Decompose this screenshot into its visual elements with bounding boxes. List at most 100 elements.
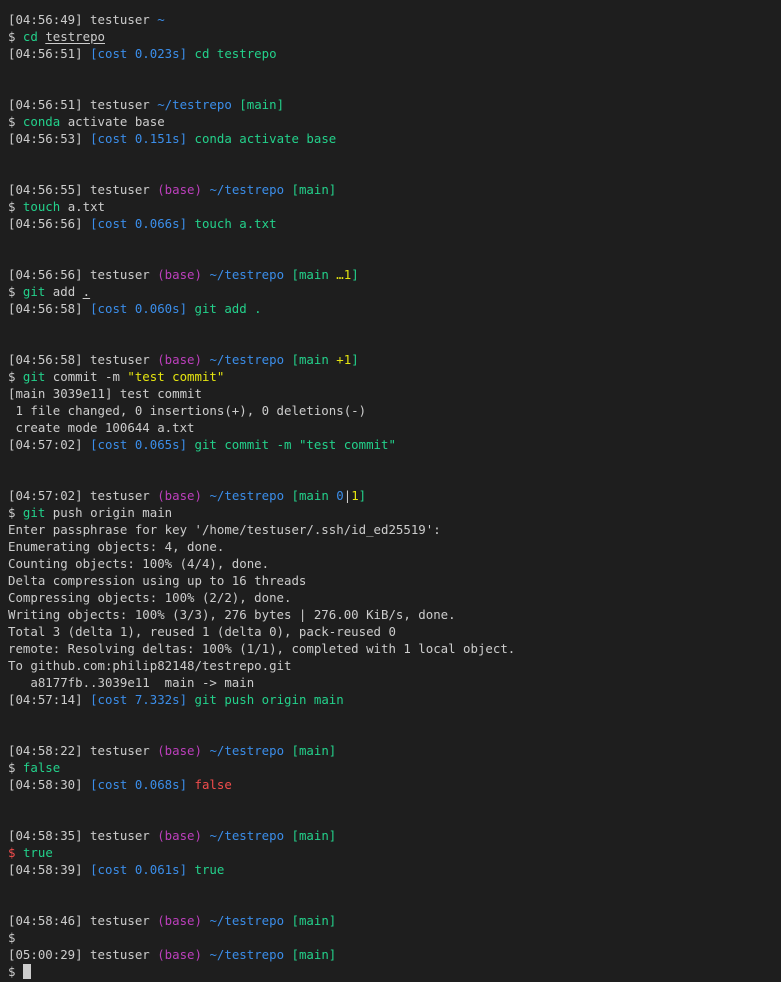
terminal-text-segment: (base) — [157, 488, 202, 503]
terminal-text-segment: [04:56:56] — [8, 216, 91, 231]
terminal-text-segment: [04:58:22] testuser — [8, 743, 158, 758]
terminal-text-segment: remote: Resolving deltas: 100% (1/1), co… — [8, 641, 516, 656]
terminal-line: $ git commit -m "test commit" — [8, 368, 781, 385]
terminal-line: a8177fb..3039e11 main -> main — [8, 674, 781, 691]
terminal-line: [04:56:55] testuser (base) ~/testrepo [m… — [8, 181, 781, 198]
terminal-line: [04:58:39] [cost 0.061s] true — [8, 861, 781, 878]
terminal-text-segment: [04:58:35] testuser — [8, 828, 158, 843]
terminal-text-segment: conda — [22, 114, 61, 129]
terminal-text-segment: ] — [351, 352, 359, 367]
terminal-text-segment: false — [187, 777, 232, 792]
terminal-line: [04:57:02] [cost 0.065s] git commit -m "… — [8, 436, 781, 453]
terminal-text-segment: …1 — [336, 267, 352, 282]
terminal-text-segment: [04:56:51] — [8, 46, 91, 61]
terminal-line: [04:57:02] testuser (base) ~/testrepo [m… — [8, 487, 781, 504]
terminal-text-segment: [cost 0.061s] — [90, 862, 188, 877]
terminal-text-segment: [main — [284, 352, 337, 367]
terminal-text-segment: activate base — [60, 114, 165, 129]
terminal-line: [04:56:49] testuser ~ — [8, 11, 781, 28]
terminal-text-segment: . — [82, 284, 91, 299]
terminal-text-segment: Compressing objects: 100% (2/2), done. — [8, 590, 292, 605]
terminal-text-segment: [cost 0.023s] — [90, 46, 188, 61]
terminal-text-segment: a.txt — [60, 199, 105, 214]
terminal-text-segment: git commit -m "test commit" — [187, 437, 396, 452]
terminal-text-segment: git — [22, 284, 46, 299]
terminal-text-segment: [main] — [231, 97, 285, 112]
terminal-text-segment: testrepo — [45, 29, 105, 44]
terminal-line: [04:56:56] testuser (base) ~/testrepo [m… — [8, 266, 781, 283]
terminal-text-segment: (base) — [157, 947, 202, 962]
terminal-output[interactable]: [04:56:49] testuser ~ $ cd testrepo [04:56… — [8, 11, 781, 980]
terminal-line: [04:58:30] [cost 0.068s] false — [8, 776, 781, 793]
terminal-text-segment: git push origin main — [187, 692, 344, 707]
terminal-line: [04:56:51] [cost 0.023s] cd testrepo — [8, 45, 781, 62]
terminal-line: [04:57:14] [cost 7.332s] git push origin… — [8, 691, 781, 708]
terminal-line: [main 3039e11] test commit — [8, 385, 781, 402]
terminal-text-segment: (base) — [157, 182, 202, 197]
terminal-text-segment: (base) — [157, 828, 202, 843]
terminal-text-segment: [04:57:02] testuser — [8, 488, 158, 503]
terminal-text-segment: [04:58:39] — [8, 862, 91, 877]
terminal-text-segment: [main] — [284, 743, 337, 758]
terminal-text-segment: git — [22, 369, 46, 384]
terminal-line: Total 3 (delta 1), reused 1 (delta 0), p… — [8, 623, 781, 640]
terminal-text-segment: ~/testrepo — [209, 828, 285, 843]
terminal-text-segment: [main 3039e11] test commit — [8, 386, 202, 401]
terminal-line: [04:56:58] testuser (base) ~/testrepo [m… — [8, 351, 781, 368]
terminal-text-segment: [04:57:14] — [8, 692, 91, 707]
terminal-text-segment: [main — [284, 267, 337, 282]
terminal-line: [04:58:46] testuser (base) ~/testrepo [m… — [8, 912, 781, 929]
terminal-text-segment: touch a.txt — [187, 216, 277, 231]
terminal-text-segment: [main] — [284, 828, 337, 843]
terminal-line: [04:56:53] [cost 0.151s] conda activate … — [8, 130, 781, 147]
terminal-text-segment: (base) — [157, 743, 202, 758]
terminal-text-segment: [cost 0.151s] — [90, 131, 188, 146]
terminal-text-segment: $ — [8, 29, 23, 44]
terminal-line: Delta compression using up to 16 threads — [8, 572, 781, 589]
terminal-text-segment: $ — [8, 930, 16, 945]
terminal-text-segment: [main] — [284, 947, 337, 962]
terminal-line: $ conda activate base — [8, 113, 781, 130]
terminal-text-segment: [04:56:58] — [8, 301, 91, 316]
terminal-text-segment: [cost 0.068s] — [90, 777, 188, 792]
terminal-text-segment: [04:58:30] — [8, 777, 91, 792]
terminal-text-segment: Counting objects: 100% (4/4), done. — [8, 556, 270, 571]
terminal-text-segment: $ — [8, 369, 23, 384]
terminal-text-segment: "test commit" — [127, 369, 225, 384]
terminal-text-segment: ~/testrepo — [209, 267, 285, 282]
terminal-text-segment: [main] — [284, 913, 337, 928]
terminal-line: $ touch a.txt — [8, 198, 781, 215]
terminal-text-segment: (base) — [157, 352, 202, 367]
terminal-text-segment: ~/testrepo — [209, 913, 285, 928]
terminal-text-segment: [04:56:58] testuser — [8, 352, 158, 367]
terminal-text-segment: [cost 0.065s] — [90, 437, 188, 452]
terminal-text-segment: push origin main — [45, 505, 173, 520]
terminal-text-segment: $ — [8, 284, 23, 299]
terminal-text-segment: 1 file changed, 0 insertions(+), 0 delet… — [8, 403, 367, 418]
terminal-text-segment: [04:56:53] — [8, 131, 91, 146]
terminal-line: $ git add . — [8, 283, 781, 300]
terminal-text-segment: false — [22, 760, 61, 775]
terminal-text-segment: [04:57:02] — [8, 437, 91, 452]
terminal-text-segment: ~ — [157, 12, 165, 27]
terminal-text-segment: true — [22, 845, 53, 860]
terminal-text-segment: ~/testrepo — [209, 352, 285, 367]
terminal-text-segment: $ — [8, 114, 23, 129]
terminal-line: $ false — [8, 759, 781, 776]
terminal-line: [04:58:35] testuser (base) ~/testrepo [m… — [8, 827, 781, 844]
terminal-text-segment: git — [22, 505, 46, 520]
terminal-text-segment: [04:56:56] testuser — [8, 267, 158, 282]
terminal-cursor — [22, 964, 31, 979]
terminal-text-segment: [main — [284, 488, 337, 503]
terminal-text-segment: ] — [351, 267, 359, 282]
